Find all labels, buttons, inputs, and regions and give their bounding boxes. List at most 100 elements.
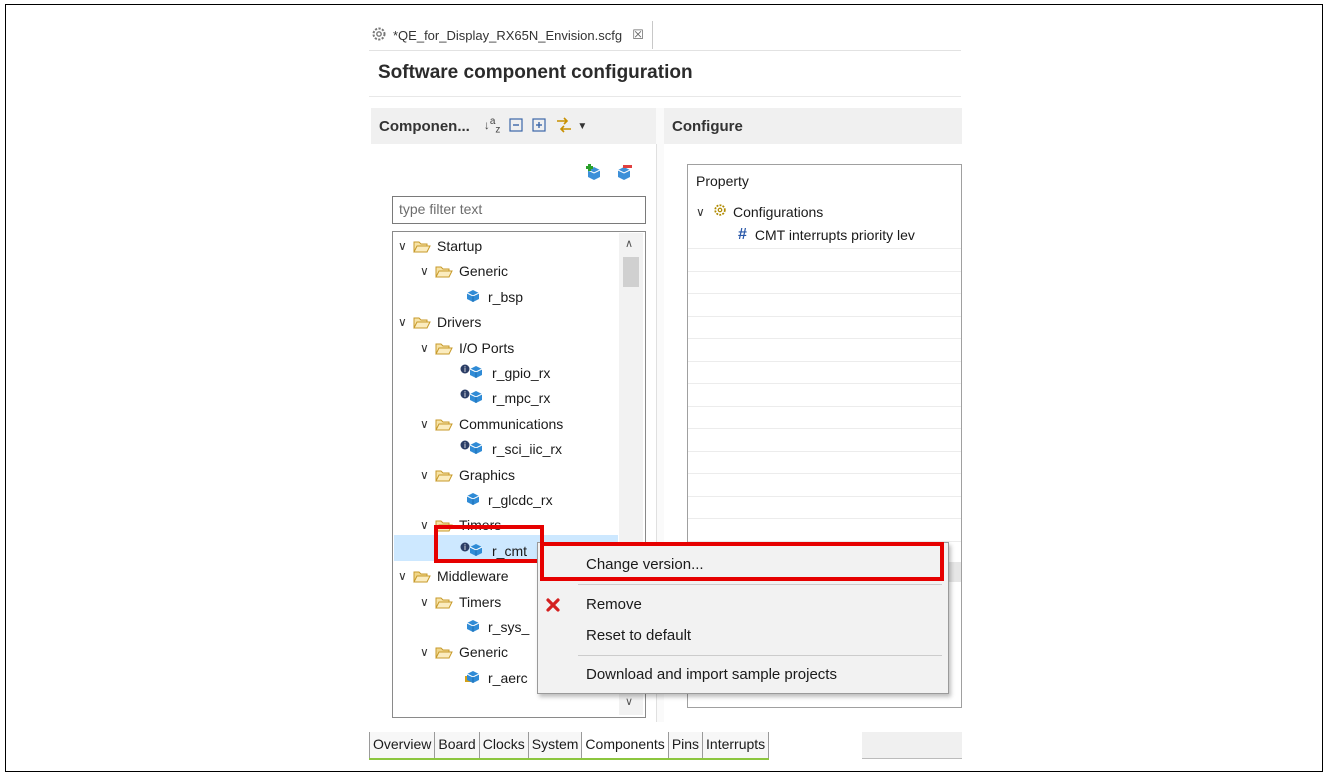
menu-item-reset-to-default[interactable]: Reset to default <box>586 627 691 644</box>
folder-icon <box>435 342 453 354</box>
menu-item-remove[interactable]: Remove <box>586 596 642 613</box>
chevron-down-icon[interactable]: ∨ <box>420 264 432 278</box>
tab-strip-fill <box>651 21 961 49</box>
chevron-down-icon[interactable]: ∨ <box>420 518 432 532</box>
component-info-icon: i <box>460 439 486 458</box>
tree-item-label: Graphics <box>459 466 516 483</box>
close-icon[interactable]: ☒ <box>632 27 644 43</box>
gear-icon <box>371 26 387 45</box>
chevron-up-icon[interactable]: ∧ <box>625 237 633 250</box>
menu-item-download-samples[interactable]: Download and import sample projects <box>586 666 837 683</box>
grid-line <box>688 495 961 497</box>
tree-item-label: r_aerc <box>488 669 528 686</box>
expand-all-icon[interactable] <box>532 117 546 135</box>
chevron-down-icon[interactable]: ∨ <box>420 417 432 431</box>
menu-separator <box>578 655 942 656</box>
property-label: CMT interrupts priority lev <box>754 226 915 243</box>
grid-line <box>688 338 961 339</box>
tree-item-label: Generic <box>459 262 509 279</box>
tree-component[interactable]: r_aerc <box>464 665 528 690</box>
tree-item-label: Startup <box>437 237 483 254</box>
tab-interrupts[interactable]: Interrupts <box>703 732 770 758</box>
tree-item-label: r_bsp <box>488 288 524 305</box>
chevron-down-icon[interactable]: ∨ <box>420 468 432 482</box>
svg-text:i: i <box>464 441 466 450</box>
configurations-label: Configurations <box>733 203 824 220</box>
highlight-box-menu-item <box>540 542 944 581</box>
tab-bar-fill <box>862 732 962 759</box>
tree-folder[interactable]: ∨ Generic <box>420 258 508 283</box>
chevron-down-icon[interactable]: ∨ <box>625 695 633 708</box>
tree-item-label: r_sci_iic_rx <box>492 440 563 457</box>
folder-icon <box>435 418 453 430</box>
red-x-icon <box>546 598 560 615</box>
remove-component-icon[interactable] <box>615 164 633 185</box>
property-column-header: Property <box>696 173 749 189</box>
tree-component[interactable]: r_bsp <box>464 284 523 309</box>
tab-system[interactable]: System <box>528 732 583 758</box>
link-with-editor-icon[interactable] <box>555 116 573 136</box>
component-info-icon: i <box>460 363 486 382</box>
folder-icon <box>413 316 431 328</box>
sort-az-icon[interactable]: ↓az <box>484 116 501 135</box>
tree-component[interactable]: i r_mpc_rx <box>460 385 550 410</box>
tree-folder[interactable]: ∨ Communications <box>420 411 563 436</box>
menu-separator <box>578 584 942 585</box>
editor-tab[interactable]: *QE_for_Display_RX65N_Envision.scfg ☒ <box>369 21 652 49</box>
tab-clocks[interactable]: Clocks <box>479 732 529 758</box>
filter-input[interactable]: type filter text <box>392 196 646 224</box>
tab-board[interactable]: Board <box>435 732 480 758</box>
tree-component[interactable]: r_glcdc_rx <box>464 487 553 512</box>
tree-item-label: Timers <box>459 593 502 610</box>
divider <box>369 50 961 51</box>
tree-component[interactable]: i r_gpio_rx <box>460 360 550 385</box>
tab-components[interactable]: Components <box>582 732 669 758</box>
tree-component[interactable]: i r_sci_iic_rx <box>460 436 562 461</box>
tree-folder[interactable]: ∨ Graphics <box>420 462 515 487</box>
chevron-down-icon[interactable]: ∨ <box>398 315 410 329</box>
grid-line <box>688 248 961 249</box>
highlight-box-component <box>434 525 544 563</box>
chevron-down-icon[interactable]: ∨ <box>398 569 410 583</box>
tab-overview[interactable]: Overview <box>369 732 436 758</box>
tab-pins[interactable]: Pins <box>668 732 704 758</box>
tree-folder[interactable]: ∨ Timers <box>420 589 501 614</box>
tree-folder[interactable]: ∨ Startup <box>398 233 482 258</box>
tree-item-label: Generic <box>459 643 509 660</box>
configurations-row[interactable]: ∨ Configurations <box>696 199 823 224</box>
page-title: Software component configuration <box>378 62 693 83</box>
chevron-down-icon[interactable]: ∨ <box>398 239 410 253</box>
tree-item-label: r_glcdc_rx <box>488 491 553 508</box>
tree-folder[interactable]: ∨ I/O Ports <box>420 335 514 360</box>
editor-tab-title: *QE_for_Display_RX65N_Envision.scfg <box>393 27 623 43</box>
component-icon <box>464 287 482 306</box>
tree-component[interactable]: r_sys_ <box>464 614 529 639</box>
component-icon <box>464 617 482 636</box>
grid-line <box>688 383 961 384</box>
collapse-all-icon[interactable] <box>509 117 523 135</box>
add-component-icon[interactable] <box>585 164 603 185</box>
chevron-down-icon[interactable]: ∨ <box>420 341 432 355</box>
tree-item-label: r_gpio_rx <box>492 364 551 381</box>
chevron-down-icon[interactable]: ∨ <box>696 205 708 219</box>
property-row[interactable]: # CMT interrupts priority lev <box>738 222 915 247</box>
grid-line <box>688 450 961 452</box>
grid-line <box>688 360 961 362</box>
chevron-down-icon[interactable]: ∨ <box>420 595 432 609</box>
tree-folder[interactable]: ∨ Generic <box>420 639 508 664</box>
tree-folder[interactable]: ∨ Middleware <box>398 563 509 588</box>
scrollbar-thumb[interactable] <box>623 257 639 287</box>
tree-item-label: r_mpc_rx <box>492 389 551 406</box>
chevron-down-icon[interactable]: ∨ <box>420 645 432 659</box>
gear-icon <box>713 203 727 220</box>
folder-icon <box>435 265 453 277</box>
configure-panel-header: Configure <box>664 108 962 145</box>
component-icon <box>464 668 482 687</box>
folder-icon <box>413 570 431 582</box>
folder-icon <box>435 646 453 658</box>
view-menu-icon[interactable]: ▼ <box>577 121 587 132</box>
divider <box>369 96 961 97</box>
hash-icon: # <box>738 225 747 243</box>
component-icon <box>464 490 482 509</box>
tree-folder[interactable]: ∨ Drivers <box>398 309 481 334</box>
